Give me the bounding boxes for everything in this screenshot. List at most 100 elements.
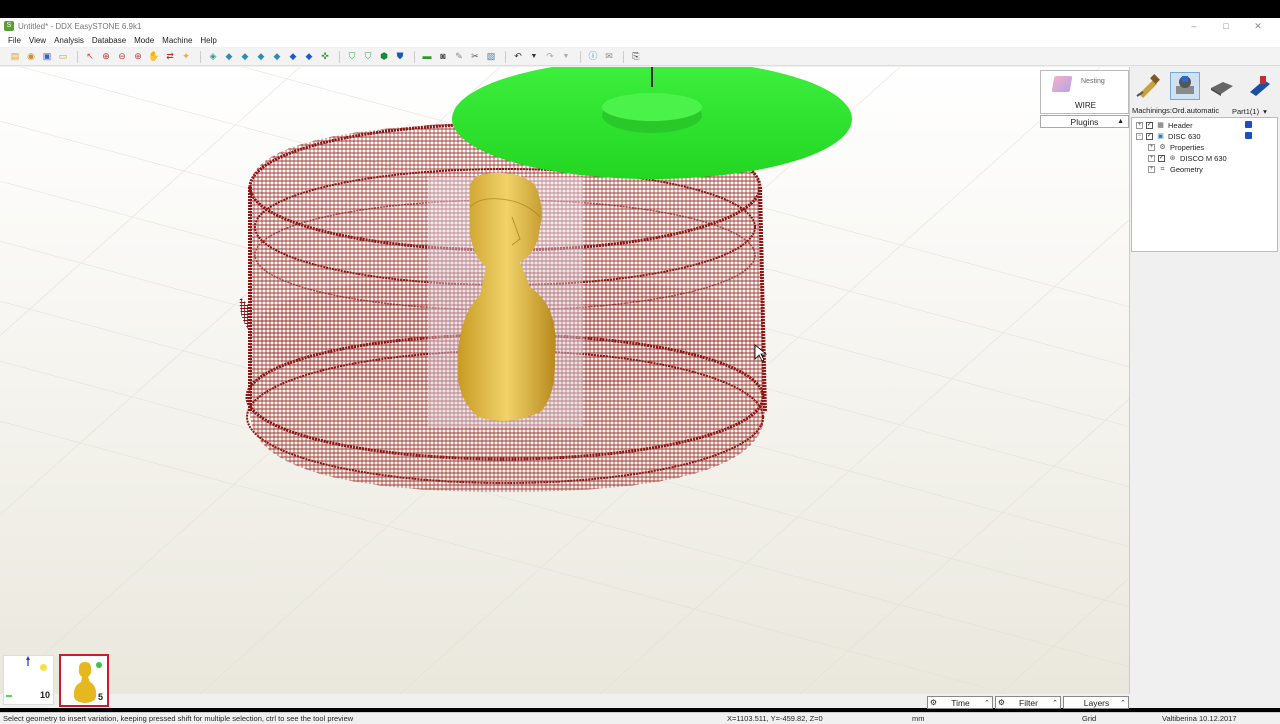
view-top-icon[interactable]: ◆ (286, 50, 300, 64)
nesting-card[interactable]: Nesting WIRE (1040, 70, 1129, 114)
menu-file[interactable]: File (4, 36, 25, 45)
dropdown-arrow-icon: ▾ (1263, 107, 1267, 116)
variation-thumbnail[interactable]: 10 (3, 655, 54, 705)
tool-path-icon: ⊛ (1169, 154, 1176, 162)
checkbox[interactable]: ✓ (1146, 133, 1153, 140)
print-icon[interactable]: ▭ (56, 50, 70, 64)
machining-tree[interactable]: + ✓ ▦ Header − ✓ ▣ DISC 630 + ⚙ Properti… (1131, 117, 1278, 252)
zoom-in-icon[interactable]: ⊕ (131, 50, 145, 64)
machining-tool-icon[interactable] (1133, 72, 1163, 100)
expand-icon[interactable]: + (1148, 166, 1155, 173)
collapse-icon[interactable]: − (1136, 133, 1143, 140)
menu-database[interactable]: Database (88, 36, 130, 45)
unit-indicator[interactable]: mm (912, 714, 925, 723)
light-icon[interactable]: ✦ (179, 50, 193, 64)
tree-item-label: Header (1168, 121, 1193, 130)
plugins-button[interactable]: Plugins ▲ (1040, 115, 1129, 128)
refresh-icon[interactable]: ◉ (24, 50, 38, 64)
info-icon[interactable]: ⓘ (586, 50, 600, 64)
select-icon[interactable]: ↖ (83, 50, 97, 64)
chevron-up-icon: ▲ (1117, 118, 1124, 125)
menu-analysis[interactable]: Analysis (50, 36, 88, 45)
maximize-button[interactable]: □ (1210, 18, 1242, 34)
expand-icon[interactable]: + (1148, 144, 1155, 151)
close-button[interactable]: ✕ (1242, 18, 1274, 34)
status-bar: Select geometry to insert variation, kee… (0, 712, 1280, 724)
camera-icon[interactable]: ◙ (436, 50, 450, 64)
3d-viewport[interactable] (0, 67, 1130, 694)
checkbox[interactable]: ✓ (1158, 155, 1165, 162)
scene-canvas (0, 67, 1129, 694)
tree-item-properties[interactable]: + ⚙ Properties (1148, 142, 1204, 153)
machine-saw-icon[interactable] (1170, 72, 1200, 100)
application-window: S Untitled* - DDX EasySTONE 6.9k1 – □ ✕ … (0, 18, 1280, 724)
view-right-icon[interactable]: ◆ (270, 50, 284, 64)
cut-icon[interactable]: ✎ (452, 50, 466, 64)
variation-thumbnail-selected[interactable]: 5 (59, 654, 109, 707)
lock-icon[interactable] (1245, 121, 1252, 128)
mail-icon[interactable]: ✉ (602, 50, 616, 64)
wire-icon[interactable]: ⛉ (361, 50, 375, 64)
view-bottom-icon[interactable]: ◆ (302, 50, 316, 64)
title-bar: S Untitled* - DDX EasySTONE 6.9k1 – □ ✕ (0, 18, 1280, 34)
shade-icon[interactable]: ⛉ (345, 50, 359, 64)
tool-icon[interactable]: ✂ (468, 50, 482, 64)
redo-dropdown-icon[interactable]: ▼ (559, 50, 573, 64)
part-selector[interactable]: Part1(1) ▾ (1232, 107, 1267, 116)
checkbox[interactable]: ✓ (1146, 122, 1153, 129)
chevron-up-icon: ⌃ (1120, 699, 1126, 707)
slab-icon[interactable] (1207, 72, 1237, 100)
plugins-label: Plugins (1070, 116, 1099, 127)
menu-view[interactable]: View (25, 36, 50, 45)
view-left-icon[interactable]: ◆ (254, 50, 268, 64)
expand-icon[interactable]: + (1148, 155, 1155, 162)
disc-icon: ▣ (1157, 132, 1164, 140)
tree-item-label: DISCO M 630 (1180, 154, 1227, 163)
menu-machine[interactable]: Machine (158, 36, 196, 45)
view-iso-icon[interactable]: ◈ (206, 50, 220, 64)
redo-icon[interactable]: ↷ (543, 50, 557, 64)
solid-icon[interactable]: ⬢ (377, 50, 391, 64)
rect-icon[interactable]: ▬ (420, 50, 434, 64)
view-axis-icon[interactable]: ✜ (318, 50, 332, 64)
bust-icon (73, 662, 97, 703)
view-front-icon[interactable]: ◆ (222, 50, 236, 64)
grid-toggle[interactable]: Grid (1082, 714, 1096, 723)
sheet-icon[interactable]: ▧ (484, 50, 498, 64)
lock-icon[interactable] (1245, 132, 1252, 139)
tree-item-header[interactable]: + ✓ ▦ Header (1136, 120, 1193, 131)
view-back-icon[interactable]: ◆ (238, 50, 252, 64)
header-icon: ▦ (1157, 121, 1164, 129)
shield-icon[interactable]: ⛊ (393, 50, 407, 64)
undo-icon[interactable]: ↶ (511, 50, 525, 64)
minimize-button[interactable]: – (1178, 18, 1210, 34)
variation-count: 5 (98, 692, 104, 702)
save-icon[interactable]: ▣ (40, 50, 54, 64)
menu-help[interactable]: Help (196, 36, 220, 45)
undo-dropdown-icon[interactable]: ▼ (527, 50, 541, 64)
exit-icon[interactable]: ⎘ (629, 50, 643, 64)
time-button[interactable]: ⚙ Time ⌃ (927, 696, 993, 709)
tree-item-disco[interactable]: + ✓ ⊛ DISCO M 630 (1148, 153, 1227, 164)
nesting-icon (1051, 76, 1073, 92)
rotate-icon[interactable]: ⇄ (163, 50, 177, 64)
cursor-coordinates: X=1103.511, Y=-459.82, Z=0 (727, 714, 823, 723)
nesting-label: Nesting (1081, 78, 1105, 85)
zoom-out-icon[interactable]: ⊖ (115, 50, 129, 64)
tree-item-disc[interactable]: − ✓ ▣ DISC 630 (1136, 131, 1201, 142)
open-icon[interactable]: ▤ (8, 50, 22, 64)
layers-button[interactable]: Layers ⌃ (1063, 696, 1129, 709)
machine-head-icon[interactable] (1244, 72, 1274, 100)
zoom-window-icon[interactable]: ⊕ (99, 50, 113, 64)
menu-mode[interactable]: Mode (130, 36, 158, 45)
pan-icon[interactable]: ✋ (147, 50, 161, 64)
main-toolbar: ▤ ◉ ▣ ▭ ↖ ⊕ ⊖ ⊕ ✋ ⇄ ✦ ◈ ◆ ◆ ◆ ◆ ◆ ◆ ✜ ⛉ … (0, 48, 1280, 66)
user-date: Valtiberina 10.12.2017 (1162, 714, 1237, 723)
tree-item-geometry[interactable]: + ⌗ Geometry (1148, 164, 1203, 175)
toolbar-separator (623, 50, 624, 63)
expand-icon[interactable]: + (1136, 122, 1143, 129)
app-logo-icon: S (4, 21, 14, 31)
toolbar-separator (505, 50, 506, 63)
filter-button[interactable]: ⚙ Filter ⌃ (995, 696, 1061, 709)
status-message: Select geometry to insert variation, kee… (3, 714, 354, 723)
